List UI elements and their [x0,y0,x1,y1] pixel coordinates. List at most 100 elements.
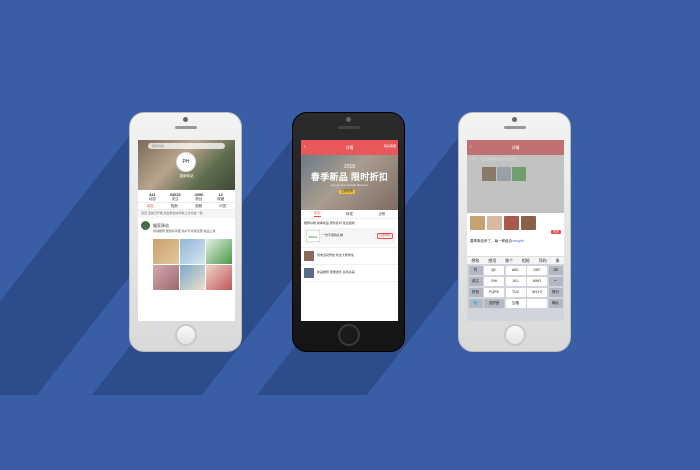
key[interactable]: WXYZ [527,287,547,298]
globe-icon[interactable]: 🌐 [468,298,483,309]
backspace-key[interactable]: ⌫ [548,265,563,276]
stat-followers[interactable]: 4396 粉丝 [194,192,203,201]
key[interactable]: 拼音 [468,287,483,298]
profile-header: 搜索内容 PH 猫家驿站 [138,140,235,190]
item-thumb [304,250,314,261]
photo-thumb[interactable] [206,238,232,264]
dimmed-images [467,166,564,181]
nav-bar: ‹ 详情 联系客服 [301,140,398,155]
speaker [175,126,197,129]
key[interactable]: JKL [505,276,526,287]
key[interactable]: ABC [505,265,526,276]
dimmed-image [482,166,496,181]
profile-screen: 搜索内容 PH 猫家驿站 441 动态 54026 关注 4396 粉丝 12 收藏 动… [138,140,235,321]
list-item[interactable]: 新品推荐 限量发售 先到先得 [301,265,398,282]
key[interactable]: 英文 [468,276,483,287]
phone-detail: ‹ 详情 联系客服 2018 春季新品 限时折扣 spring new arri… [292,112,405,352]
key[interactable]: @/. [484,265,504,276]
home-button[interactable] [504,324,526,346]
stat-following[interactable]: 54026 关注 [170,192,181,201]
attached-image[interactable] [487,216,502,230]
key[interactable]: DEF [527,265,547,276]
item-thumb [304,267,314,278]
buy-button[interactable]: 立即购买 [376,232,393,239]
key[interactable]: 选拼音 [484,298,504,309]
compose-input[interactable]: 春季新品来了，每一种组合xiangfei [470,239,524,243]
speaker [504,126,526,129]
photo-thumb[interactable] [153,264,179,290]
search-input[interactable]: 搜索内容 [148,143,225,149]
home-button[interactable] [175,324,197,346]
key[interactable]: ^^ [548,276,563,287]
promo-banner[interactable]: 2018 春季新品 限时折扣 spring new arrivals disco… [301,155,398,210]
list-item[interactable]: 周末活动预告 欢迎大家参加 [301,248,398,265]
dimmed-text: 分享一下最近的收获 感谢大家支持 [470,157,516,161]
tab-likes[interactable]: 点赞 [378,212,385,216]
stat-posts[interactable]: 441 动态 [149,192,156,201]
front-camera [512,117,517,122]
profile-name: 猫家驿站 [179,174,194,178]
notice-bar[interactable]: 置顶 活动已开始 欢迎参加本周线上分享会一起 [138,210,235,218]
candidate[interactable]: 想用 [488,258,496,263]
post-author[interactable]: 猫家驿站 [153,223,169,228]
space-key[interactable]: 空格 [505,298,526,309]
nav-title: 详情 [511,145,520,150]
attached-image[interactable] [521,216,536,230]
post-item[interactable]: 猫家驿站 真诚推荐 居民好邻居 用户可享受优惠 新品上架 [138,218,235,237]
stats-bar: 441 动态 54026 关注 4396 粉丝 12 收藏 [138,190,235,203]
key[interactable] [527,298,547,309]
key[interactable]: PQRS [484,287,504,298]
product-text: 一份不错的礼物 [322,232,344,237]
send-button[interactable]: 发送 [550,229,561,234]
product-card[interactable]: Oricol 一份不错的礼物 立即购买 [304,227,395,244]
list-item[interactable]: 推荐好物 春季新品 限时折扣 欢迎选购 Oricol 一份不错的礼物 立即购买 [301,219,398,248]
tab-posts[interactable]: 动态 [147,204,154,208]
keyboard: 符 @/. ABC DEF ⌫ 英文 GHI JKL MNO ^^ 拼音 PQR… [467,264,564,321]
candidate[interactable]: 相框 [522,258,530,263]
stat-favorites[interactable]: 12 收藏 [217,192,224,201]
confirm-key[interactable]: 确认 [548,298,563,309]
attached-images [470,216,561,230]
input-composing: xiangfei [512,239,525,243]
banner-subtitle: spring new arrivals discount [330,183,369,187]
attached-image[interactable] [504,216,519,230]
tab-album[interactable]: 相册 [171,204,178,208]
compose-panel: 发送 春季新品来了，每一种组合xiangfei [467,213,564,256]
candidate[interactable]: 像个 [505,258,513,263]
post-text: 真诚推荐 居民好邻居 用户可享受优惠 新品上架 [153,229,216,233]
photo-thumb[interactable] [206,264,232,290]
key[interactable]: TUV [505,287,526,298]
candidate-bar: 想和 想用 像个 相框 拜和 像 [467,256,564,264]
banner-year: 2018 [343,164,356,170]
profile-tabs: 动态 相册 视频 问答 [138,203,235,210]
enter-key[interactable]: 换行 [548,287,563,298]
photo-thumb[interactable] [179,264,206,290]
item-text: 新品推荐 限量发售 先到先得 [317,269,355,274]
phone-profile: 搜索内容 PH 猫家驿站 441 动态 54026 关注 4396 粉丝 12 收藏 动… [129,112,242,352]
detail-tabs: 评论 转发 点赞 [301,210,398,219]
detail-screen: ‹ 详情 联系客服 2018 春季新品 限时折扣 spring new arri… [301,140,398,321]
nav-bar: ‹ 详情 [467,140,564,155]
contact-button[interactable]: 联系客服 [384,144,396,149]
tab-video[interactable]: 视频 [195,204,202,208]
item-text: 周末活动预告 欢迎大家参加 [317,252,354,257]
tab-shares[interactable]: 转发 [346,212,353,216]
home-button[interactable] [338,324,360,346]
post-avatar[interactable] [141,221,150,230]
item-text: 推荐好物 春季新品 限时折扣 欢迎选购 [304,221,355,225]
key[interactable]: 符 [468,265,483,276]
candidate[interactable]: 拜和 [539,258,547,263]
photo-grid [138,237,235,290]
front-camera [346,117,351,122]
banner-badge[interactable]: 立即抢购 [339,189,356,194]
tab-comments[interactable]: 评论 [313,211,321,217]
avatar[interactable]: PH [176,152,196,172]
key[interactable]: GHI [484,276,504,287]
photo-thumb[interactable] [153,238,179,264]
key[interactable]: MNO [527,276,547,287]
tab-qa[interactable]: 问答 [219,204,226,208]
photo-thumb[interactable] [179,238,206,264]
candidate[interactable]: 想和 [471,258,479,263]
attached-image[interactable] [470,216,485,230]
candidate[interactable]: 像 [556,258,560,263]
